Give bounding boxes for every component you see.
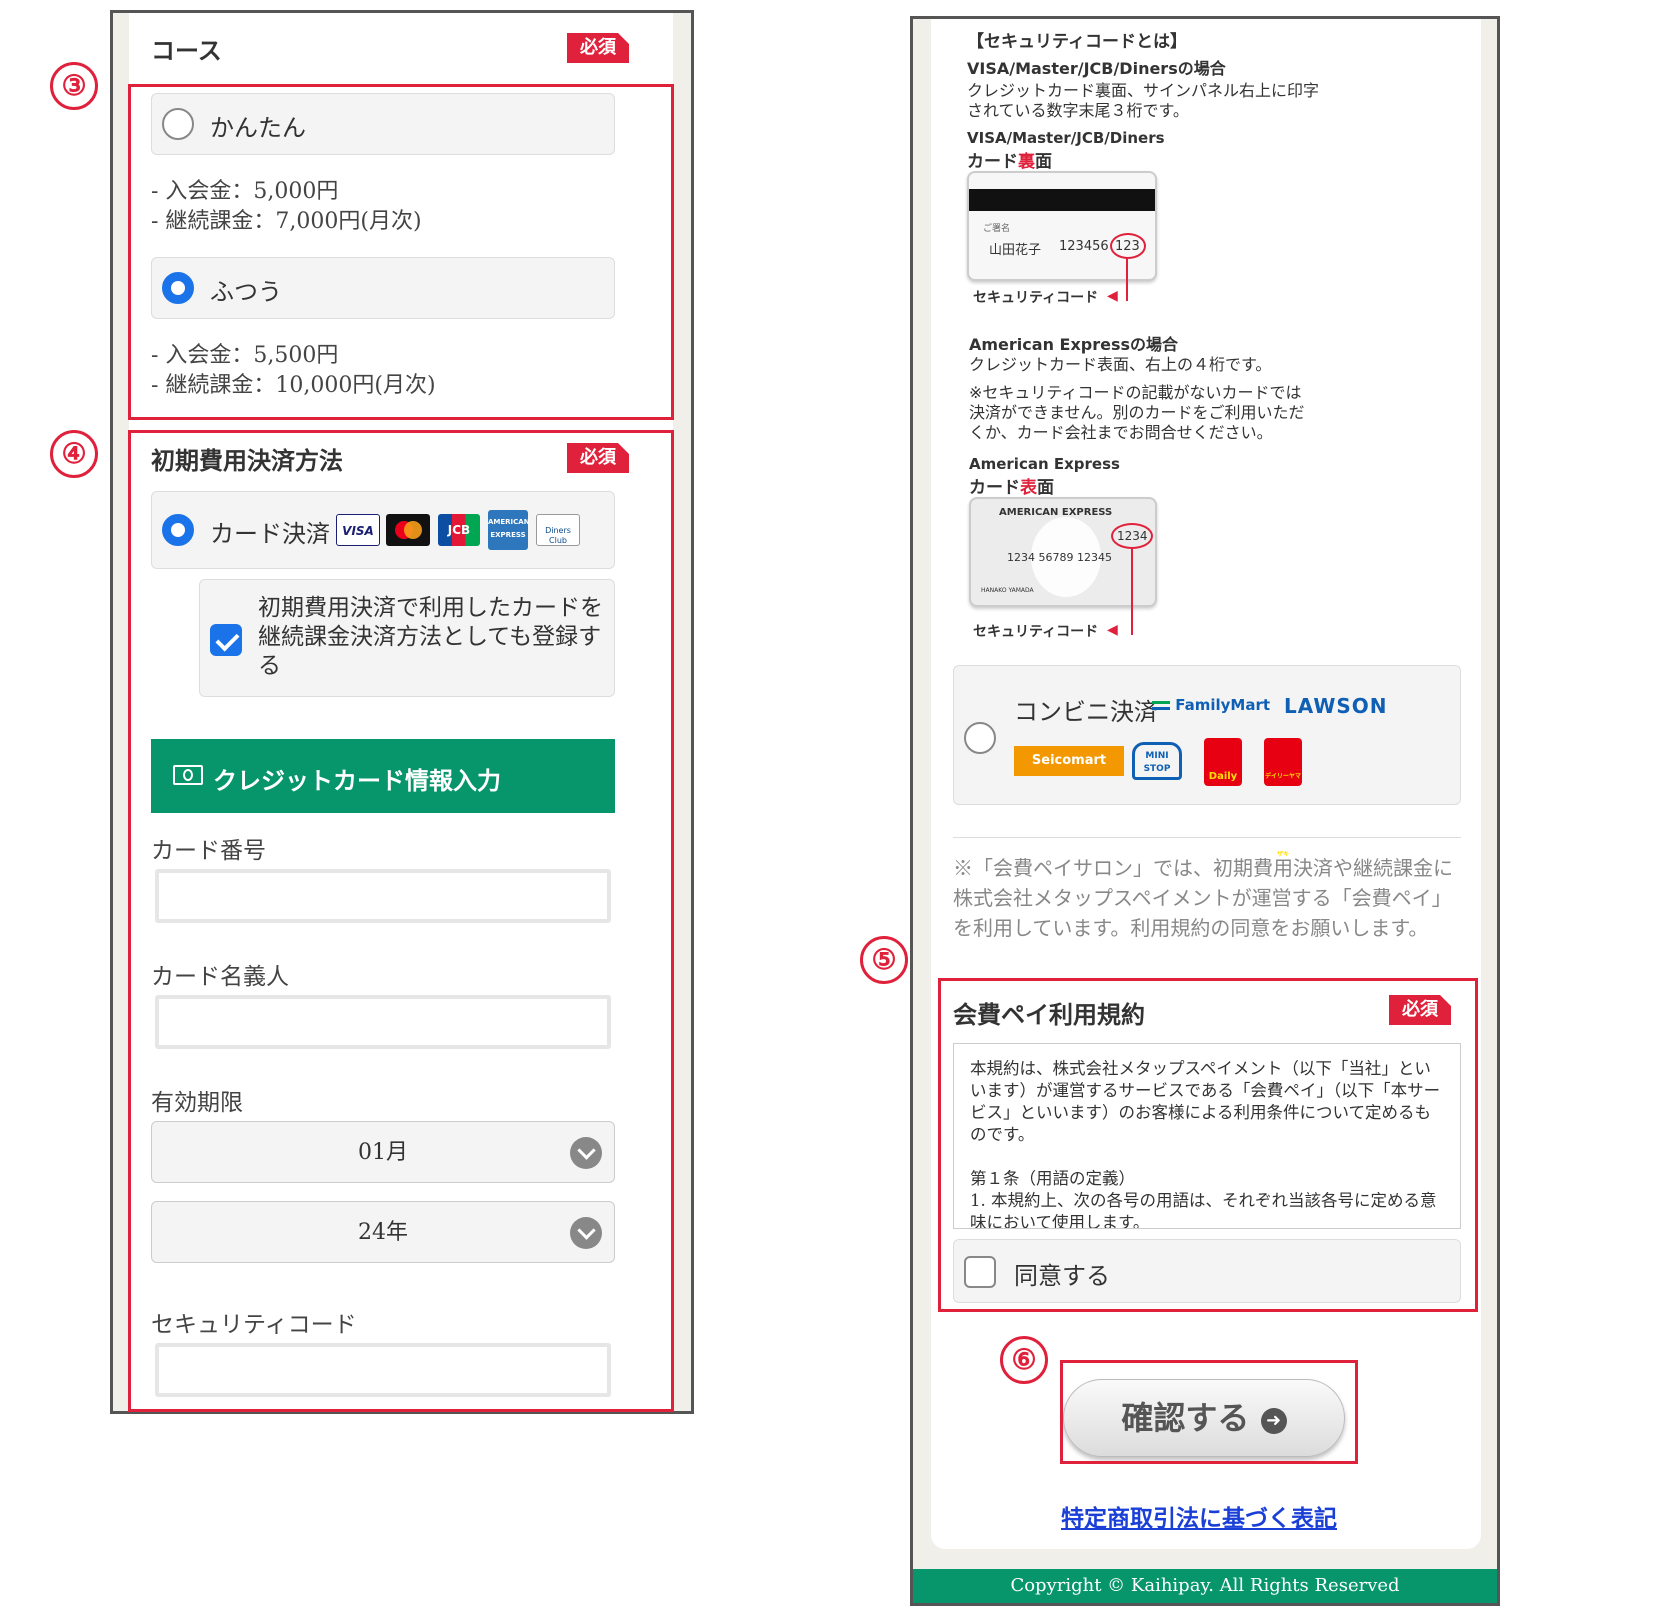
divider [953,837,1461,838]
amex-desc: クレジットカード表面、右上の４桁です。 [969,355,1272,374]
pointer-line [1126,257,1128,301]
arrow-left-icon: ◀ [1107,622,1118,638]
convenience-radio[interactable] [964,722,996,754]
step-5-marker: ⑤ [860,936,908,984]
security-code-caption: セキュリティコード [973,290,1099,306]
step-4-marker: ④ [50,430,98,478]
right-content: 【セキュリティコードとは】 VISA/Master/JCB/Dinersの場合 … [931,19,1481,1549]
familymart-logo: FamilyMart [1152,696,1270,714]
legal-notice-link[interactable]: 特定商取引法に基づく表記 [1061,1499,1337,1533]
amex-card-side: カード表面 [969,478,1054,498]
payment-highlight-box [128,430,674,1412]
course-highlight-box [128,84,674,420]
amex-security-code-caption: セキュリティコード [973,624,1099,640]
amex-card-name: HANAKO YAMADA [981,587,1034,594]
visa-title: VISA/Master/JCB/Dinersの場合 [967,59,1226,78]
card-sign-label: ご署名 [983,224,1011,234]
amex-pointer-line [1131,547,1133,635]
daily-yamazaki-logo: Daily [1204,738,1242,786]
ministop-logo: MINI STOP [1132,742,1182,780]
amex-card-title: AMERICAN EXPRESS [999,507,1113,518]
visa-card-side: カード裏面 [967,152,1052,172]
convenience-label: コンビニ決済 [1014,698,1158,726]
course-required-badge: 必須 [567,33,630,63]
kaihipay-notice: ※「会費ペイサロン」では、初期費用決済や継続課金に株式会社メタップスペイメントが… [953,856,1453,940]
terms-highlight-box [938,978,1478,1312]
amex-note-3: くか、カード会社までお問合せください。 [969,423,1273,442]
card-front-image: AMERICAN EXPRESS 1234 1234 56789 12345 H… [969,497,1157,607]
course-title: コース [151,36,222,65]
yamazaki-daily-store-logo: デイリーヤマザキ [1264,738,1302,858]
code-highlight-circle [1110,233,1146,259]
confirm-highlight-box [1060,1360,1358,1464]
footer-copyright: Copyright © Kaihipay. All Rights Reserve… [913,1569,1497,1603]
arrow-left-icon: ◀ [1107,288,1118,304]
amex-code-circle [1111,523,1153,549]
visa-desc-2: されている数字末尾３桁です。 [967,101,1189,120]
seicomart-logo: Seicomart [1014,746,1124,776]
magnetic-stripe [969,189,1155,211]
card-back-image: ご署名 山田花子 123456 123 [967,171,1157,281]
lawson-logo: LAWSON [1284,694,1388,718]
visa-card-brand: VISA/Master/JCB/Diners [967,129,1165,147]
card-sign-number: 123456 [1059,239,1109,254]
card-sign-name: 山田花子 [989,243,1042,258]
amex-card-number: 1234 56789 12345 [1007,551,1112,564]
convenience-payment-option[interactable]: コンビニ決済 FamilyMart LAWSON Seicomart MINI … [953,665,1461,858]
step-6-marker: ⑥ [1000,1336,1048,1384]
amex-brand: American Express [969,455,1120,473]
step-3-marker: ③ [50,62,98,110]
security-info-title: 【セキュリティコードとは】 [967,32,1187,52]
